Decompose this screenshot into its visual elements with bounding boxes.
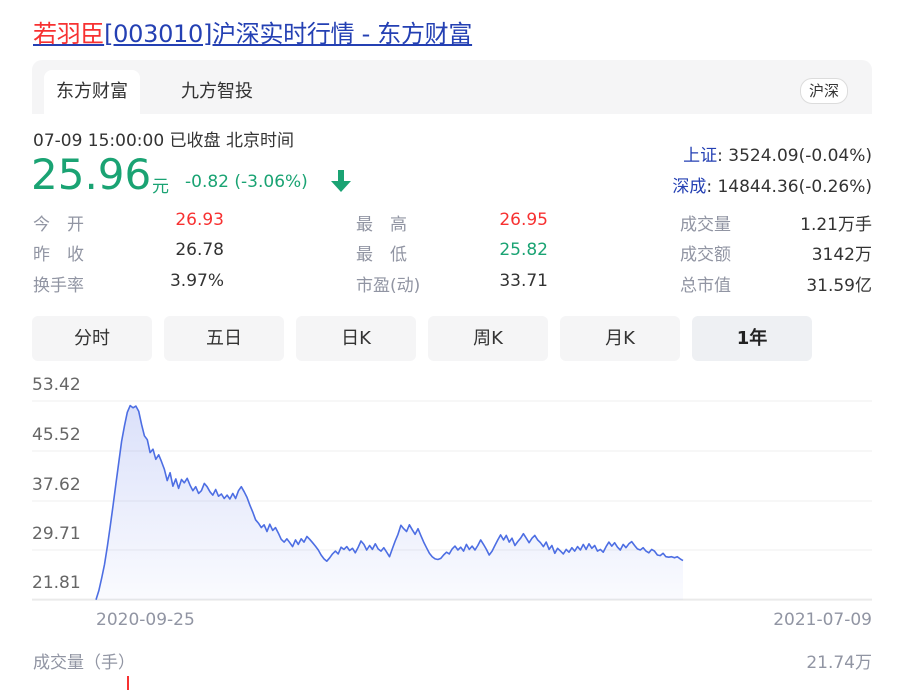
- index-shenzhen-value: : 14844.36(-0.26%): [706, 177, 872, 197]
- page-title-link[interactable]: 若羽臣[003010]沪深实时行情 - 东方财富: [33, 14, 472, 49]
- period-intraday-button[interactable]: 分时: [32, 316, 152, 361]
- title-rest: [003010]沪深实时行情 - 东方财富: [104, 20, 473, 48]
- price-unit: 元: [152, 177, 169, 197]
- stat-low-label: 最 低: [356, 245, 407, 265]
- period-5day-button[interactable]: 五日: [164, 316, 284, 361]
- stat-turnover-rate-value: 3.97%: [169, 271, 224, 291]
- volume-bar: [127, 676, 129, 690]
- stat-prevclose-value: 26.78: [175, 240, 224, 260]
- tab-eastmoney[interactable]: 东方财富: [44, 70, 140, 114]
- source-tabs: 东方财富 九方智投 沪深: [32, 60, 872, 114]
- index-shanghai: 上证: 3524.09(-0.04%): [683, 141, 872, 166]
- current-price: 25.96: [31, 150, 152, 199]
- stat-volume-value: 1.21万手: [800, 215, 872, 235]
- region-badge[interactable]: 沪深: [799, 78, 848, 104]
- period-daily-k-button[interactable]: 日K: [296, 316, 416, 361]
- stat-volume-label: 成交量: [680, 215, 731, 235]
- price-change: -0.82 (-3.06%): [185, 172, 308, 192]
- x-axis-start-label: 2020-09-25: [96, 610, 195, 630]
- index-shenzhen: 深成: 14844.36(-0.26%): [672, 172, 872, 197]
- stat-market-cap-label: 总市值: [680, 276, 731, 296]
- tab-jiufang[interactable]: 九方智投: [169, 70, 265, 114]
- stat-pe-value: 33.71: [499, 271, 548, 291]
- price-area: [96, 405, 683, 600]
- index-shenzhen-link[interactable]: 深成: [672, 177, 706, 197]
- y-tick-label: 45.52: [32, 425, 81, 445]
- stat-turnover-amount-value: 3142万: [811, 245, 872, 265]
- stat-pe-label: 市盈(动): [356, 276, 421, 296]
- y-tick-label: 29.71: [32, 524, 81, 544]
- period-weekly-k-button[interactable]: 周K: [428, 316, 548, 361]
- stat-prevclose-label: 昨 收: [33, 245, 84, 265]
- stat-high-label: 最 高: [356, 215, 407, 235]
- period-monthly-k-button[interactable]: 月K: [560, 316, 680, 361]
- stat-turnover-rate-label: 换手率: [33, 276, 84, 296]
- stat-turnover-amount-label: 成交额: [680, 245, 731, 265]
- stat-open-label: 今 开: [33, 215, 84, 235]
- stat-high-value: 26.95: [499, 210, 548, 230]
- y-tick-label: 21.81: [32, 573, 81, 593]
- index-shanghai-link[interactable]: 上证: [683, 146, 717, 166]
- price-chart[interactable]: 53.42 45.52 37.62 29.71 21.81: [0, 360, 916, 610]
- volume-label: 成交量（手）: [33, 653, 135, 673]
- x-axis-end-label: 2021-07-09: [773, 610, 872, 630]
- period-1year-button[interactable]: 1年: [692, 316, 812, 361]
- stock-name: 若羽臣: [33, 20, 105, 48]
- y-tick-label: 53.42: [32, 375, 81, 395]
- stat-market-cap-value: 31.59亿: [806, 276, 872, 296]
- index-shanghai-value: : 3524.09(-0.04%): [717, 146, 872, 166]
- y-tick-label: 37.62: [32, 475, 81, 495]
- stat-low-value: 25.82: [499, 240, 548, 260]
- down-arrow-icon: [331, 170, 351, 192]
- quote-time: 07-09 15:00:00 已收盘 北京时间: [33, 131, 294, 151]
- volume-max-label: 21.74万: [806, 653, 872, 673]
- stat-open-value: 26.93: [175, 210, 224, 230]
